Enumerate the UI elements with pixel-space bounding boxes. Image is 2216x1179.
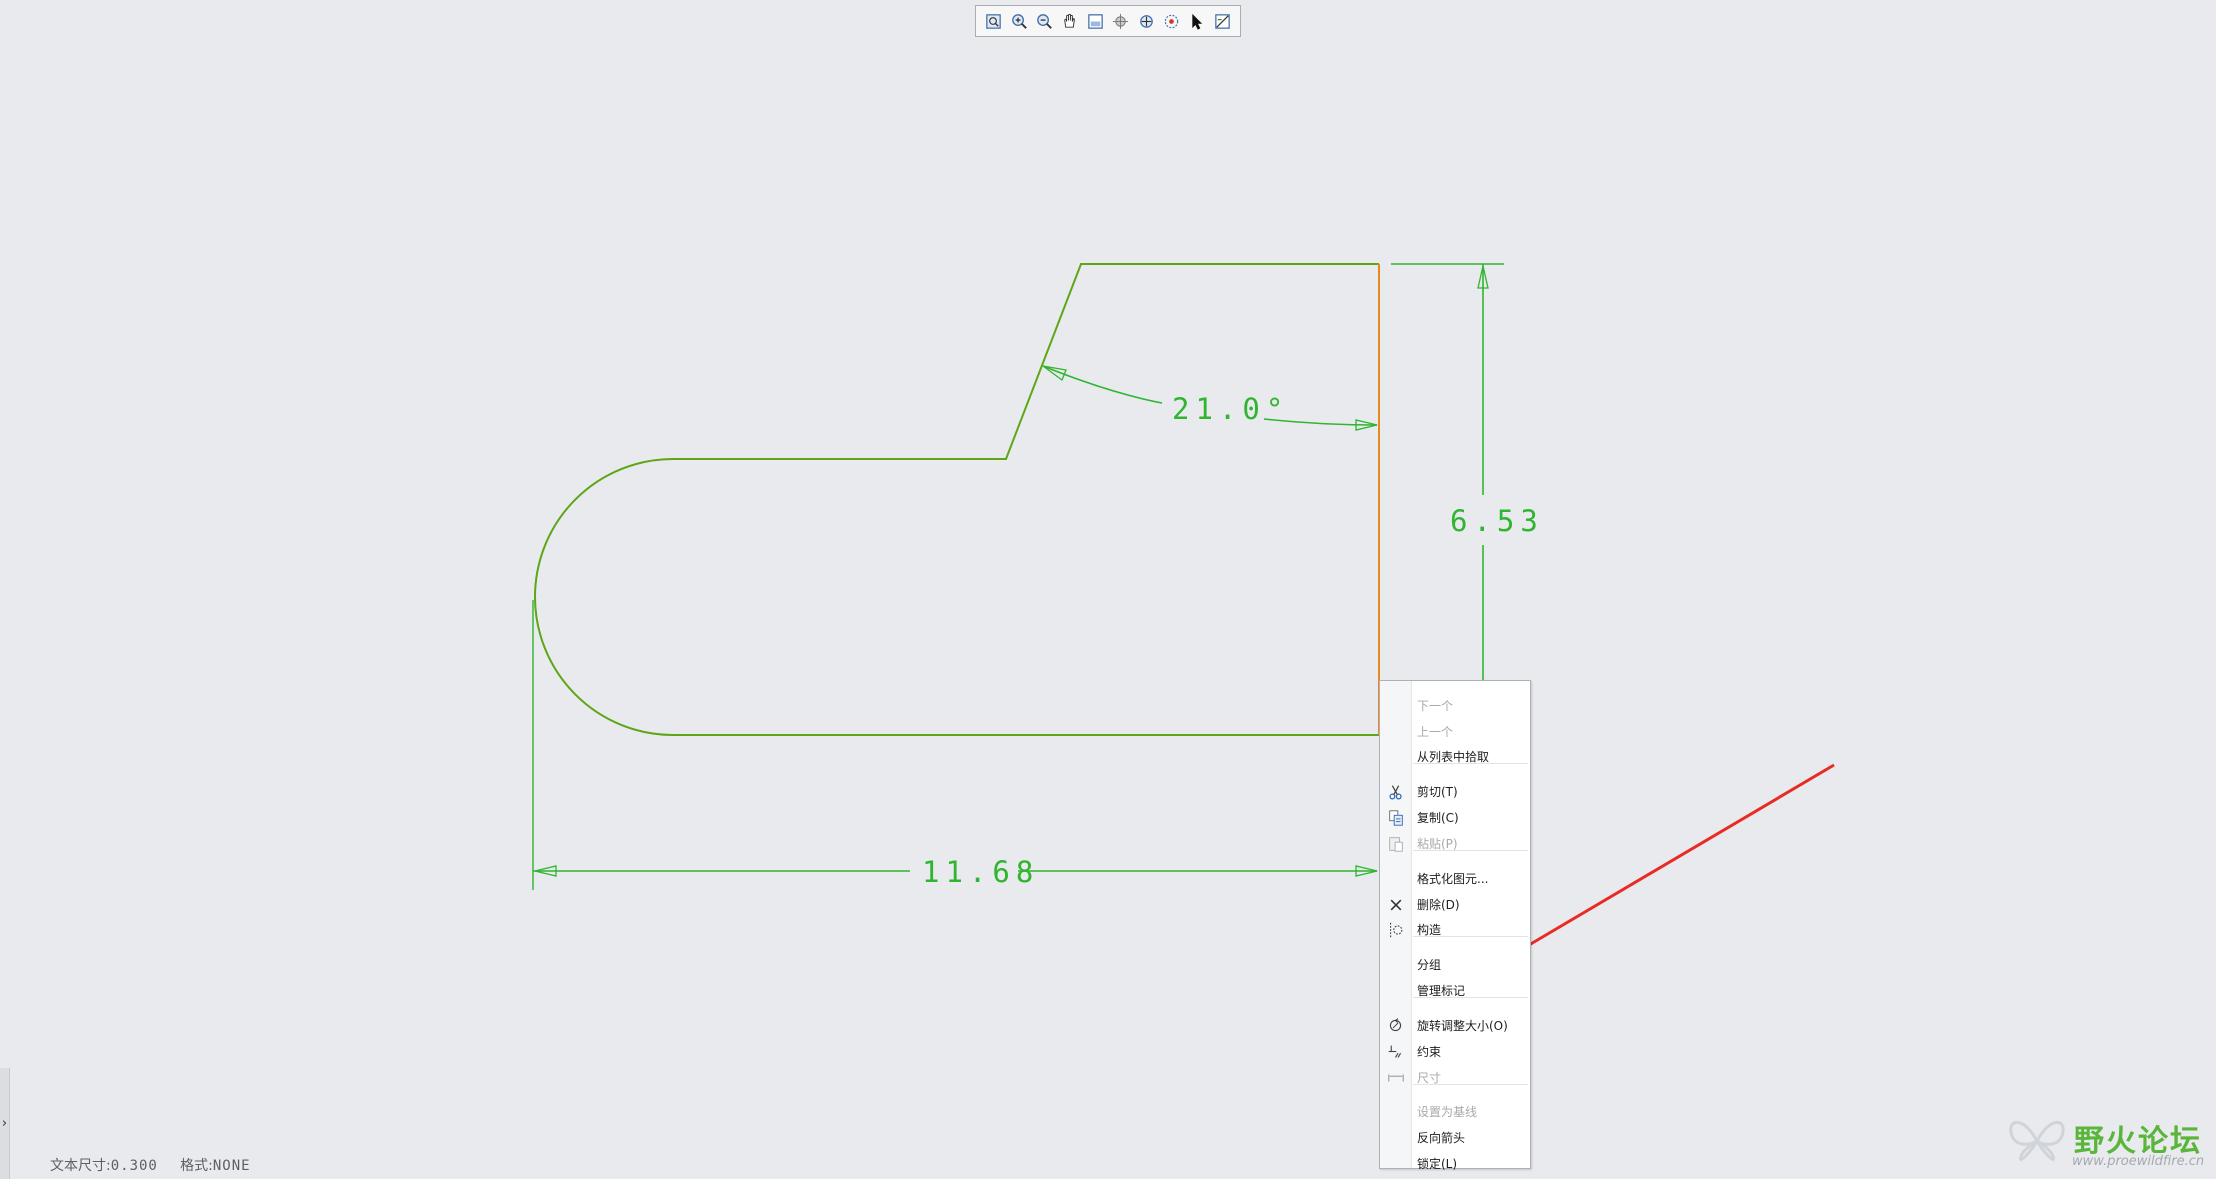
menu-item-group[interactable]: 分组 (1380, 952, 1530, 976)
menu-item-rotate-resize[interactable]: 旋转调整大小(O) (1380, 1013, 1530, 1037)
menu-item-label: 反向箭头 (1417, 1130, 1466, 1145)
menu-separator (1413, 850, 1528, 851)
menu-item-copy[interactable]: 复制(C) (1380, 805, 1530, 829)
menu-item-dimension[interactable]: 尺寸 (1380, 1065, 1530, 1089)
menu-separator (1413, 1084, 1528, 1085)
menu-item-label: 构造 (1417, 922, 1442, 937)
constraint-icon (1386, 1042, 1405, 1061)
menu-item-label: 删除(D) (1417, 897, 1460, 912)
copy-icon (1386, 808, 1405, 827)
menu-item-format-entity[interactable]: 格式化图元... (1380, 866, 1530, 890)
format-label: 格式: (180, 1158, 213, 1174)
menu-item-label: 管理标记 (1417, 983, 1466, 998)
butterfly-logo-icon (2009, 1120, 2065, 1161)
menu-item-label: 从列表中拾取 (1417, 749, 1490, 764)
menu-item-delete[interactable]: 删除(D) (1380, 892, 1530, 916)
width-dim-value[interactable]: 11.68 (922, 855, 1039, 889)
annotation-arrow-line (1489, 763, 1835, 970)
menu-item-label: 尺寸 (1417, 1070, 1442, 1085)
menu-item-label: 约束 (1417, 1044, 1442, 1059)
chevron-right-icon: › (1, 1116, 8, 1131)
menu-item-label: 下一个 (1417, 698, 1454, 713)
sketch-profile[interactable] (534, 263, 1379, 736)
menu-item-set-baseline[interactable]: 设置为基线 (1380, 1099, 1530, 1123)
construction-icon (1386, 920, 1405, 939)
menu-item-construction[interactable]: 构造 (1380, 917, 1530, 941)
context-menu: 下一个 上一个 从列表中拾取 剪切(T) 复制(C) 粘贴(P) 格式化图元..… (1379, 680, 1531, 1171)
menu-item-label: 粘贴(P) (1417, 836, 1458, 851)
menu-item-constraint[interactable]: 约束 (1380, 1039, 1530, 1063)
menu-item-lock[interactable]: 锁定(L) (1380, 1151, 1530, 1175)
menu-item-next[interactable]: 下一个 (1380, 693, 1530, 717)
angle-dim-arc-left[interactable] (1042, 365, 1163, 404)
text-size-value: 0.300 (110, 1158, 158, 1174)
menu-separator (1413, 763, 1528, 764)
status-bar: 文本尺寸:0.300 格式:NONE (50, 1155, 251, 1175)
delete-icon (1386, 895, 1405, 914)
scissors-icon (1386, 782, 1405, 801)
menu-item-label: 上一个 (1417, 724, 1454, 739)
dimension-icon (1386, 1068, 1405, 1087)
menu-item-flip-arrows[interactable]: 反向箭头 (1380, 1125, 1530, 1149)
menu-item-label: 复制(C) (1417, 810, 1459, 825)
menu-item-cut[interactable]: 剪切(T) (1380, 779, 1530, 803)
height-dim-value[interactable]: 6.53 (1450, 504, 1544, 538)
panel-expander[interactable]: › (0, 1068, 10, 1179)
rotate-resize-icon (1386, 1016, 1405, 1035)
text-size-label: 文本尺寸: (50, 1158, 111, 1174)
watermark: 野火论坛 www.proewildfire.cn (2004, 1108, 2214, 1178)
menu-separator (1413, 936, 1528, 937)
menu-item-label: 分组 (1417, 957, 1442, 972)
menu-item-label: 剪切(T) (1417, 784, 1458, 799)
menu-item-label: 格式化图元... (1417, 871, 1489, 886)
menu-item-previous[interactable]: 上一个 (1380, 719, 1530, 743)
menu-item-label: 锁定(L) (1417, 1156, 1458, 1171)
watermark-url: www.proewildfire.cn (2072, 1154, 2205, 1169)
menu-item-label: 设置为基线 (1417, 1104, 1478, 1119)
format-value: NONE (212, 1158, 251, 1174)
angle-dim-value[interactable]: 21.0° (1172, 392, 1289, 426)
menu-item-paste[interactable]: 粘贴(P) (1380, 831, 1530, 855)
sketch-canvas[interactable] (0, 0, 2216, 1179)
menu-separator (1413, 997, 1528, 998)
menu-item-label: 旋转调整大小(O) (1417, 1018, 1508, 1033)
menu-item-pick-from-list[interactable]: 从列表中拾取 (1380, 744, 1530, 768)
paste-icon (1386, 834, 1405, 853)
menu-item-manage-markers[interactable]: 管理标记 (1380, 978, 1530, 1002)
